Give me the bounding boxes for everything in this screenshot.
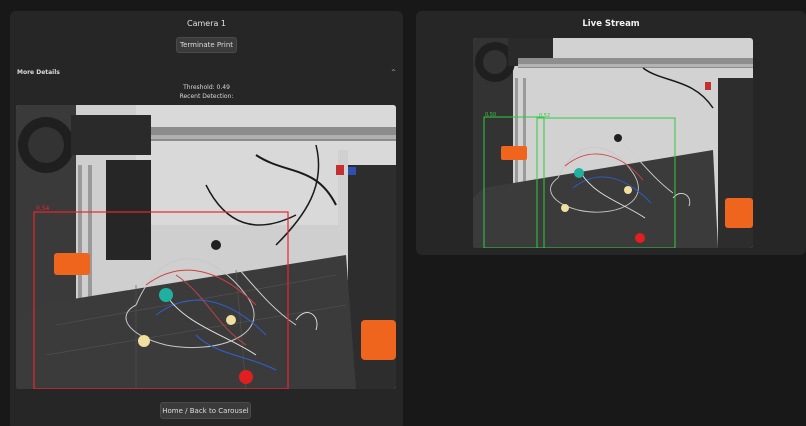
more-details-label: More Details [17,68,60,76]
live-stream-photo: 0.50 0.52 [473,38,753,248]
detection-confidence-label: 0.54 [36,205,50,212]
threshold-text: Threshold: 0.49 [183,84,230,91]
more-details-toggle[interactable]: More Details ^ [17,67,396,77]
live-confidence-label-2: 0.52 [539,113,550,119]
live-stream-title: Live Stream [582,19,640,29]
live-confidence-label-1: 0.50 [485,112,496,118]
camera-title: Camera 1 [186,19,227,28]
chevron-up-icon: ^ [390,68,396,76]
detection-image: 0.54 [16,105,396,389]
terminate-print-button[interactable]: Terminate Print [176,37,237,53]
camera-panel: Camera 1 Terminate Print More Details ^ … [10,11,403,426]
live-stream-image: 0.50 0.52 [473,38,753,248]
recent-detection-text: Recent Detection: [179,93,234,100]
home-back-to-carousel-button[interactable]: Home / Back to Carousel [160,402,251,419]
detection-photo: 0.54 [16,105,396,389]
live-stream-panel: Live Stream 0.50 0.52 [416,11,806,255]
